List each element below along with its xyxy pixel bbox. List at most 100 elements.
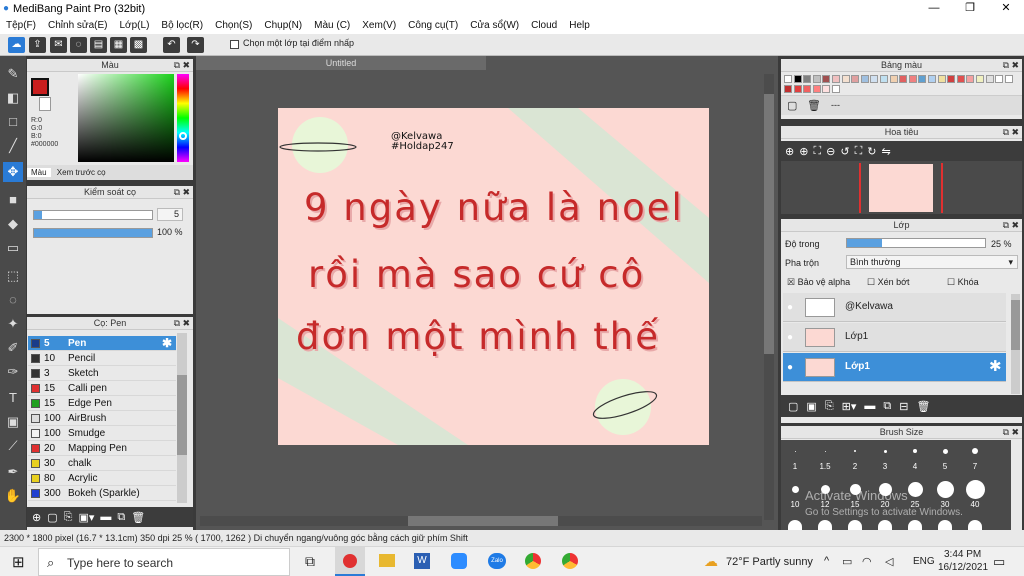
palette-swatch[interactable]: [966, 75, 975, 83]
menu-help[interactable]: Help: [563, 20, 596, 31]
flip-icon[interactable]: ⇋: [882, 145, 891, 158]
eraser-tool-icon[interactable]: ◧: [3, 88, 23, 108]
palette-swatch[interactable]: [928, 75, 936, 83]
brush-item[interactable]: 80 Acrylic: [28, 471, 176, 486]
comment-icon[interactable]: ✉: [50, 37, 67, 53]
grid-icon[interactable]: ▩: [130, 37, 147, 53]
palette-swatch[interactable]: [793, 85, 802, 93]
brush-size-dot[interactable]: [794, 450, 796, 452]
close-icon[interactable]: ✖: [1011, 219, 1019, 232]
brush-item[interactable]: 20 Mapping Pen: [28, 441, 176, 456]
brush-opacity-slider[interactable]: [33, 228, 153, 238]
brush-size-dot[interactable]: [936, 480, 954, 498]
secondary-color-swatch[interactable]: [39, 97, 51, 111]
weather-text[interactable]: 72°F Partly sunny: [726, 556, 813, 568]
palette-swatch[interactable]: [956, 75, 965, 83]
gear-icon[interactable]: ✱: [162, 336, 172, 351]
layer-row[interactable]: ● Lớp1: [783, 323, 1006, 352]
layer-blend-select[interactable]: Bình thường ▾: [846, 255, 1018, 269]
menu-view[interactable]: Xem(V): [356, 20, 402, 31]
close-icon[interactable]: ✖: [1011, 426, 1019, 439]
brush-item[interactable]: 100 Smudge: [28, 426, 176, 441]
move-tool-icon[interactable]: ✥: [3, 162, 23, 182]
brush-size-dot[interactable]: [854, 450, 856, 452]
brush-size-dot[interactable]: [965, 479, 985, 499]
palette-swatch[interactable]: [832, 75, 840, 83]
copy-layer-icon[interactable]: ⎘: [825, 400, 834, 413]
lasso-tool-icon[interactable]: ◌: [3, 290, 23, 310]
chrome-icon[interactable]: [525, 553, 541, 569]
brush-item[interactable]: 15 Calli pen: [28, 381, 176, 396]
panel-icon[interactable]: ▦: [110, 37, 127, 53]
layer-row[interactable]: ● @Kelvawa: [783, 293, 1006, 322]
brush-folder-icon[interactable]: ▬: [100, 511, 111, 523]
file-explorer-icon[interactable]: [379, 554, 395, 567]
brush-size-value[interactable]: 5: [157, 208, 183, 221]
taskbar-search[interactable]: ⌕ Type here to search: [38, 548, 290, 576]
popout-icon[interactable]: ⧉: [1003, 126, 1009, 139]
protect-alpha-checkbox[interactable]: ☒ Bảo vệ alpha: [787, 277, 850, 288]
palette-swatch[interactable]: [1004, 75, 1013, 83]
brush-add-icon[interactable]: ⊕: [32, 511, 41, 524]
brush-tool-icon[interactable]: ✎: [3, 64, 23, 84]
minimize-button[interactable]: —: [916, 0, 952, 17]
palette-new-icon[interactable]: ▢: [787, 99, 797, 112]
brush-item[interactable]: 15 Edge Pen: [28, 396, 176, 411]
clock-time[interactable]: 3:44 PM: [944, 549, 981, 560]
palette-swatch[interactable]: [860, 75, 869, 83]
brush-menu-icon[interactable]: ▣▾: [78, 511, 94, 524]
fill-tool-icon[interactable]: ◆: [3, 214, 23, 234]
fullscreen-icon[interactable]: ⛶: [855, 145, 863, 158]
brush-new-icon[interactable]: ▢: [47, 511, 57, 524]
magic-wand-icon[interactable]: ✦: [3, 314, 23, 334]
close-icon[interactable]: ✖: [182, 186, 190, 199]
chevron-up-icon[interactable]: ^: [824, 555, 829, 567]
menu-tools[interactable]: Công cụ(T): [402, 20, 464, 31]
menu-snap[interactable]: Chụp(N): [258, 20, 308, 31]
palette-swatch[interactable]: [851, 75, 860, 83]
palette-swatch[interactable]: [918, 75, 927, 83]
eyedropper-icon[interactable]: ⟋: [3, 436, 23, 456]
brush-size-dot[interactable]: [913, 449, 917, 453]
gradient-tool-icon[interactable]: ▭: [3, 238, 23, 258]
dot-tool-icon[interactable]: □: [3, 112, 23, 132]
select-pen-icon[interactable]: ✐: [3, 338, 23, 358]
vertical-scrollbar[interactable]: [764, 74, 774, 520]
notification-icon[interactable]: ▭: [993, 554, 1005, 570]
chrome-profile-icon[interactable]: [562, 553, 578, 569]
menu-filter[interactable]: Bộ lọc(R): [155, 20, 209, 31]
close-icon[interactable]: ✖: [1011, 126, 1019, 139]
menu-cloud[interactable]: Cloud: [525, 20, 563, 31]
popout-icon[interactable]: ⧉: [174, 186, 180, 199]
clock-date[interactable]: 16/12/2021: [938, 562, 988, 573]
brush-size-dot[interactable]: [878, 520, 892, 530]
add-layer-menu-icon[interactable]: ⊞▾: [842, 400, 857, 413]
document-icon[interactable]: ▤: [90, 37, 107, 53]
network-icon[interactable]: ▭: [842, 555, 852, 568]
maximize-button[interactable]: ❐: [952, 0, 988, 17]
menu-select[interactable]: Chọn(S): [209, 20, 258, 31]
palette-swatch[interactable]: [908, 75, 917, 83]
document-tab[interactable]: Untitled: [196, 56, 486, 70]
brush-duplicate-icon[interactable]: ⧉: [117, 511, 125, 524]
new-halftone-icon[interactable]: ▣: [806, 400, 816, 413]
undo-icon[interactable]: ↶: [163, 37, 180, 53]
new-layer-icon[interactable]: ▢: [788, 400, 798, 413]
select-layer-checkbox[interactable]: [230, 40, 239, 49]
navigator-preview[interactable]: [781, 161, 1022, 214]
brush-size-dot[interactable]: [788, 520, 802, 530]
zoom-icon[interactable]: [451, 553, 467, 569]
palette-swatch[interactable]: [803, 85, 812, 93]
palette-swatch[interactable]: [793, 75, 802, 83]
shape-tool-icon[interactable]: ■: [3, 190, 23, 210]
brush-size-dot[interactable]: [848, 520, 862, 530]
duplicate-icon[interactable]: ⧉: [883, 400, 891, 413]
color-picker-square[interactable]: [78, 74, 174, 162]
gear-icon[interactable]: ✱: [989, 357, 1002, 375]
clipping-checkbox[interactable]: ☐ Xén bớt: [867, 277, 910, 288]
windows-start-icon[interactable]: ⊞: [12, 553, 25, 571]
brush-delete-icon[interactable]: 🗑: [131, 511, 145, 524]
menu-edit[interactable]: Chỉnh sửa(E): [42, 20, 114, 31]
chat-icon[interactable]: ◌: [70, 37, 87, 53]
cloud-icon[interactable]: ☁: [8, 37, 25, 53]
